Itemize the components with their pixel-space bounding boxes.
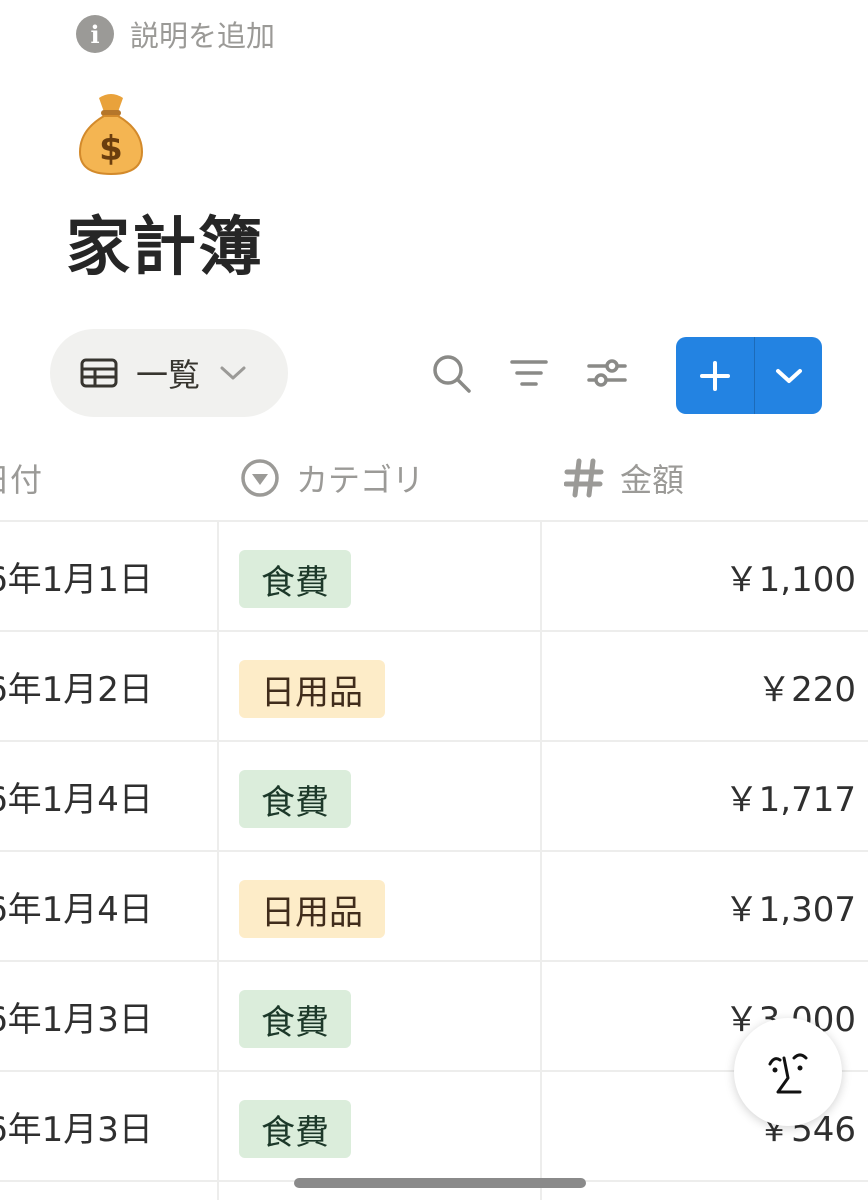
column-label: カテゴリ (296, 461, 425, 499)
amount-cell[interactable]: ￥1,100 (725, 522, 856, 630)
date-cell[interactable]: 6年1月3日 (0, 962, 153, 1070)
view-label: 一覧 (136, 356, 201, 394)
category-tag[interactable]: 食費 (239, 770, 351, 828)
date-cell[interactable]: 6年1月4日 (0, 742, 153, 850)
new-dropdown-button[interactable] (755, 337, 822, 414)
category-tag[interactable]: 食費 (239, 1100, 351, 1158)
category-tag[interactable]: 日用品 (239, 880, 385, 938)
ai-assistant-button[interactable] (734, 1018, 842, 1126)
new-item-button[interactable] (676, 337, 755, 414)
plus-icon (700, 360, 730, 391)
table-row[interactable]: 6年1月4日 日用品 ￥1,307 (0, 852, 868, 962)
table-row[interactable]: 6年1月4日 食費 ￥1,717 (0, 742, 868, 852)
table-row[interactable]: 6年1月1日 食費 ￥1,100 (0, 522, 868, 632)
chevron-down-icon (220, 366, 246, 380)
svg-text:$: $ (99, 129, 123, 169)
add-description-label: 説明を追加 (130, 19, 276, 53)
column-label: 金額 (620, 461, 685, 499)
view-selector[interactable]: 一覧 (50, 329, 288, 417)
database-page: i 説明を追加 $ 家計簿 一覧 付 カテゴリ 金額 6年1月1日 食費 ￥1,… (0, 0, 868, 1200)
category-tag[interactable]: 食費 (239, 990, 351, 1048)
page-title[interactable]: 家計簿 (66, 196, 264, 288)
notion-ai-face-icon (768, 1053, 808, 1094)
table-row[interactable]: 6年1月2日 日用品 ￥220 (0, 632, 868, 742)
date-cell[interactable]: 6年1月3日 (0, 1072, 153, 1180)
search-icon[interactable] (430, 352, 472, 394)
amount-cell[interactable]: ￥1,717 (725, 742, 856, 850)
hash-icon (564, 458, 604, 498)
date-cell[interactable]: 6年1月4日 (0, 852, 153, 960)
column-header-category[interactable]: カテゴリ (240, 436, 424, 520)
amount-cell[interactable]: ￥220 (757, 632, 856, 740)
home-indicator (294, 1178, 586, 1188)
category-tag[interactable]: 食費 (239, 550, 351, 608)
new-button[interactable] (676, 337, 822, 414)
table-icon (80, 358, 118, 388)
add-description-button[interactable]: i 説明を追加 (76, 14, 275, 54)
sort-icon[interactable] (508, 352, 550, 394)
date-cell[interactable]: 6年1月1日 (0, 522, 153, 630)
settings-sliders-icon[interactable] (586, 352, 628, 394)
column-header-amount[interactable]: 金額 (564, 436, 684, 520)
chevron-down-icon (775, 368, 802, 383)
info-icon: i (76, 15, 114, 53)
date-cell[interactable]: 6年1月2日 (0, 632, 153, 740)
select-icon (241, 459, 279, 497)
category-tag[interactable]: 日用品 (239, 660, 385, 718)
amount-cell[interactable]: ￥1,307 (725, 852, 856, 960)
column-label: 日付 (0, 461, 43, 499)
column-header-date[interactable]: 日付 (0, 436, 42, 520)
money-bag-icon[interactable]: $ (74, 90, 148, 178)
table-header: 日付 カテゴリ 金額 (0, 436, 868, 522)
